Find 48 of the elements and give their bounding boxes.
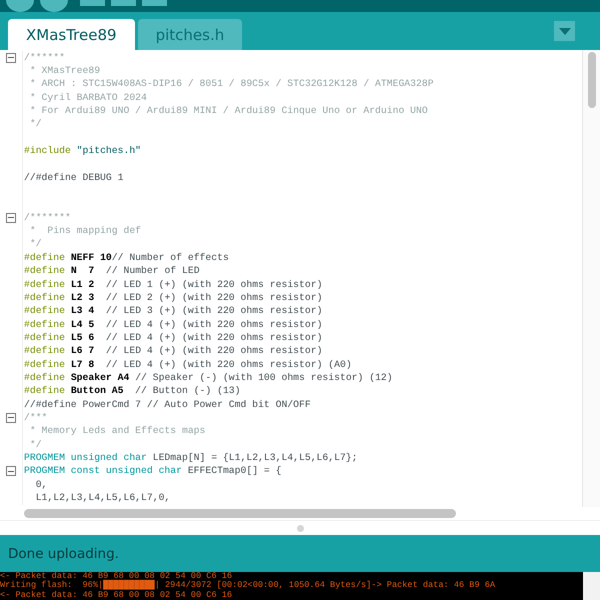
- code-line: #define L5 6 // LED 4 (+) (with 220 ohms resistor): [23, 332, 322, 344]
- code-line: #define Speaker A4 // Speaker (-) (with 100 ohms resistor) (12): [23, 372, 393, 384]
- code-line: /***: [23, 412, 48, 424]
- code-line: * Cyril BARBATO 2024: [28, 92, 147, 104]
- code-line: /******: [23, 52, 65, 64]
- code-line: */: [28, 118, 42, 130]
- code-line: //#define DEBUG 1: [23, 172, 124, 184]
- code-line: #define L2 3 // LED 2 (+) (with 220 ohms resistor): [23, 292, 322, 304]
- code-line: #include "pitches.h": [23, 145, 142, 158]
- code-line: PROGMEM const unsigned char EFFECTmap0[] = {: [23, 465, 282, 478]
- minus-icon: [8, 417, 14, 418]
- code-line: #define L3 4 // LED 3 (+) (with 220 ohms resistor): [23, 305, 322, 318]
- code-line: #define NEFF 10// Number of effects: [23, 252, 229, 264]
- code-line: #define L1 2 // LED 1 (+) (with 220 ohms resistor): [23, 278, 322, 291]
- caret-icon: [558, 28, 570, 34]
- code-line: #define L7 8 // LED 4 (+) (with 220 ohms resistor) (A0): [23, 358, 352, 371]
- file-tab[interactable]: XMasTree89: [8, 19, 135, 50]
- fold-toggle[interactable]: [6, 52, 16, 63]
- fold-toggle[interactable]: [6, 466, 16, 476]
- fold-toggle[interactable]: [6, 412, 16, 423]
- code-line: * For Ardui89 UNO / Ardui89 MINI / Ardui89 Cinque Uno or Arduino UNO: [28, 105, 428, 118]
- code-line: * Memory Leds and Effects maps: [28, 425, 206, 438]
- code-line: * Pins mapping def: [28, 225, 142, 238]
- horizontal-scrollbar[interactable]: [24, 509, 456, 518]
- code-line: //#define PowerCmd 7 // Auto Power Cmd bit ON/OFF: [23, 398, 311, 411]
- console-line: Writing flash: 96%|██████████| 2944/3072 [00:02<00:00, 1050.64 Bytes/s]-> Packet data: 46 B9 6A: [0, 581, 496, 590]
- status-message: Done uploading.: [8, 546, 119, 562]
- code-line: PROGMEM unsigned char LEDmap[N] = {L1,L2,L3,L4,L5,L6,L7};: [23, 452, 358, 464]
- code-line: */: [28, 438, 42, 451]
- vertical-scrollbar[interactable]: [582, 50, 600, 507]
- code-line: #define L4 5 // LED 4 (+) (with 220 ohms resistor): [23, 318, 322, 331]
- fold-toggle[interactable]: [6, 212, 16, 223]
- console-scrollbar[interactable]: [583, 572, 600, 600]
- tab-menu-button[interactable]: [554, 21, 575, 41]
- minus-icon: [8, 217, 14, 218]
- code-line: L1,L2,L3,L4,L5,L6,L7,0,: [34, 492, 170, 504]
- splitter-handle[interactable]: [296, 524, 304, 532]
- console-line: <- Packet data: 46 B9 68 00 08 02 54 00 C6 16: [0, 590, 234, 600]
- code-line: * XMasTree89: [28, 65, 100, 78]
- code-line: #define Button A5 // Button (-) (13): [23, 385, 241, 398]
- minus-icon: [8, 57, 14, 58]
- code-line: */: [28, 238, 42, 250]
- minus-icon: [8, 470, 14, 472]
- code-line: /*******: [23, 212, 71, 224]
- code-line: #define N 7 // Number of LED: [23, 265, 200, 278]
- code-line: * ARCH : STC15W408AS-DIP16 / 8051 / 89C5x / STC32G12K128 / ATMEGA328P: [28, 78, 434, 90]
- code-line: 0,: [34, 478, 48, 491]
- code-line: #define L6 7 // LED 4 (+) (with 220 ohms resistor): [23, 345, 322, 358]
